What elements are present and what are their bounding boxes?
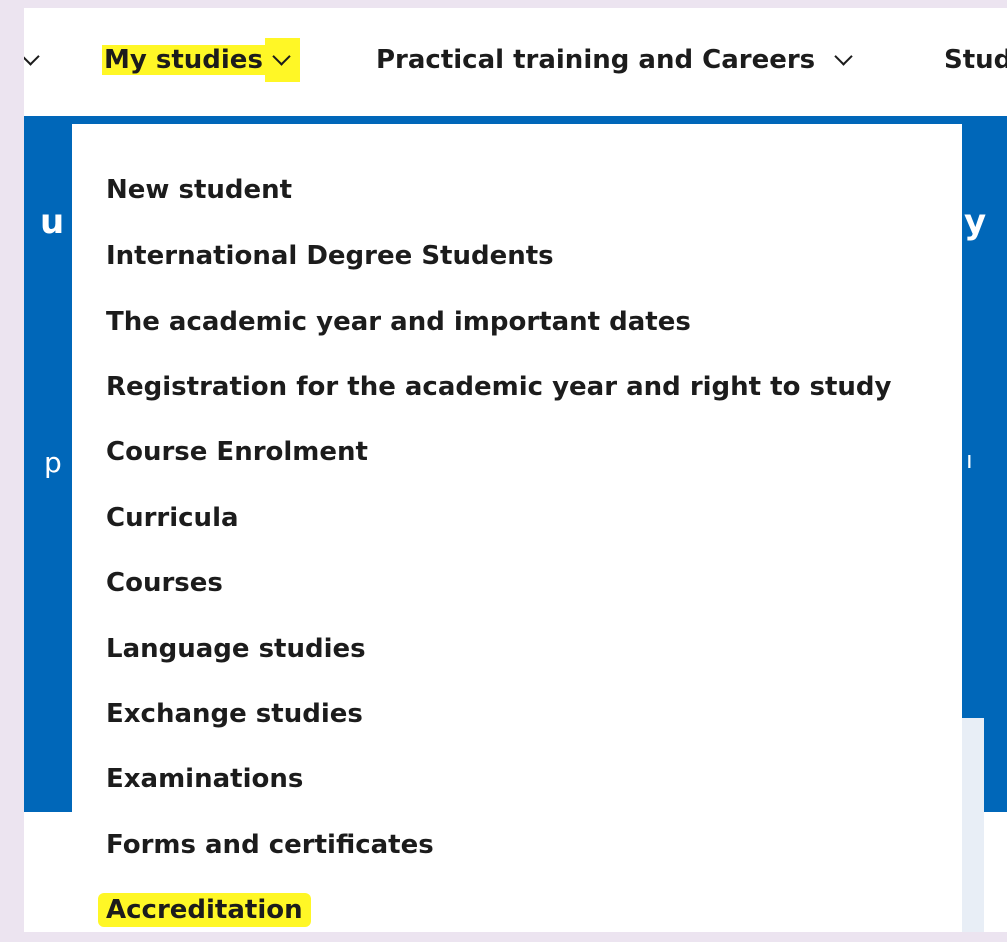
chevron-wrap [264,38,300,82]
chevron-down-icon [24,46,40,66]
menu-item-label: Examinations [106,764,304,794]
menu-item-curricula[interactable]: Curricula [106,498,239,538]
menu-item-new-student[interactable]: New student [106,170,292,210]
menu-item-course-enrolment[interactable]: Course Enrolment [106,432,368,472]
nav-item-my-studies[interactable]: My studies [102,38,300,82]
nav-item-student-services[interactable]: Stud [944,38,1007,82]
menu-item-courses[interactable]: Courses [106,563,223,603]
menu-item-examinations[interactable]: Examinations [106,759,303,799]
hero-subtext-fragment-left: p [44,446,62,479]
my-studies-dropdown: New student International Degree Student… [72,124,962,932]
menu-item-label: International Degree Students [106,241,554,271]
menu-item-international-degree-students[interactable]: International Degree Students [106,236,554,276]
chevron-down-icon [834,46,853,66]
nav-item-practical-training-label: Practical training and Careers [376,45,816,75]
nav-item-practical-training[interactable]: Practical training and Careers [376,38,853,82]
hero-heading-fragment-left: u [40,202,65,242]
menu-item-accreditation[interactable]: Accreditation [98,890,311,930]
hero-subtext-fragment-right: ı [966,446,973,474]
menu-item-label: Registration for the academic year and r… [106,372,892,402]
menu-item-label: The academic year and important dates [106,307,691,337]
menu-item-academic-year-dates[interactable]: The academic year and important dates [106,302,691,342]
hero-heading-fragment-right: y [964,202,987,242]
menu-item-label: New student [106,175,293,205]
menu-item-label: Courses [106,568,223,598]
menu-item-label: Exchange studies [106,699,363,729]
side-panel [959,718,984,932]
menu-item-label: Curricula [106,503,239,533]
nav-item-my-studies-label: My studies [102,45,265,75]
menu-item-registration[interactable]: Registration for the academic year and r… [106,367,891,407]
menu-item-exchange-studies[interactable]: Exchange studies [106,694,363,734]
chevron-down-icon [272,46,291,66]
nav-item-previous[interactable] [24,38,40,82]
menu-item-label: Accreditation [98,893,311,927]
menu-item-language-studies[interactable]: Language studies [106,629,366,669]
menu-item-forms-certificates[interactable]: Forms and certificates [106,825,434,865]
nav-item-student-services-label: Stud [944,45,1007,75]
menu-item-label: Forms and certificates [106,830,434,860]
menu-item-label: Language studies [106,634,366,664]
menu-item-label: Course Enrolment [106,437,368,467]
browser-frame: My studies Practical training and Career… [24,8,1007,932]
top-navigation: My studies Practical training and Career… [24,8,1007,116]
